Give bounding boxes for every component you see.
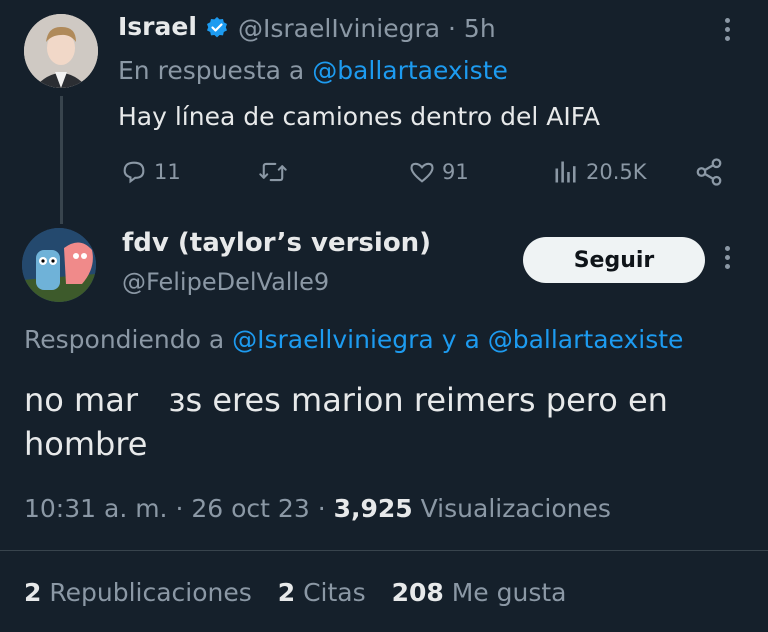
reply-conjunction: y a xyxy=(441,325,480,354)
views-count: 20.5K xyxy=(586,160,647,184)
more-icon[interactable] xyxy=(725,246,730,269)
reposts-label: Republicaciones xyxy=(49,578,252,607)
likes-count: 208 xyxy=(391,578,444,607)
quotes-link[interactable]: 2 Citas xyxy=(278,578,366,607)
thread-line xyxy=(60,96,63,224)
reposts-link[interactable]: 2 Republicaciones xyxy=(24,578,252,607)
likes-label: Me gusta xyxy=(451,578,567,607)
like-icon xyxy=(410,162,434,183)
tweet-date[interactable]: 26 oct 23 xyxy=(191,494,309,523)
author-name[interactable]: fdv (taylor’s version) xyxy=(122,228,431,258)
reply-to-link-2[interactable]: @ballartaexiste xyxy=(488,325,684,354)
tweet-time[interactable]: 10:31 a. m. xyxy=(24,494,168,523)
share-icon xyxy=(696,158,722,186)
like-button[interactable]: 91 xyxy=(408,155,469,189)
avatar-israel[interactable] xyxy=(24,14,98,88)
more-icon[interactable] xyxy=(725,18,730,41)
tweet-text: Hay línea de camiones dentro del AIFA xyxy=(118,102,600,131)
retweet-icon xyxy=(259,162,287,182)
retweet-button[interactable] xyxy=(258,155,288,189)
tweet-text: no mar ɜs eres marion reimers pero en ho… xyxy=(24,378,724,466)
tweet-text-line-1: no mar ɜs eres marion reimers pero en xyxy=(24,381,668,419)
quotes-count: 2 xyxy=(277,578,296,607)
divider xyxy=(0,550,768,551)
reply-context: Respondiendo a @Israellviniegra y a @bal… xyxy=(24,325,683,354)
reply-icon xyxy=(123,161,145,184)
views-icon xyxy=(555,161,576,183)
reply-prefix: En respuesta a xyxy=(118,56,305,85)
author-handle[interactable]: @IsraelIviniegra xyxy=(238,14,440,43)
follow-button[interactable]: Seguir xyxy=(523,237,705,283)
tweet-meta: 10:31 a. m. · 26 oct 23 · 3,925 Visualiz… xyxy=(24,494,611,523)
views-label: Visualizaciones xyxy=(420,494,611,523)
tweet-text-line-2: hombre xyxy=(24,425,148,463)
views-button[interactable]: 20.5K xyxy=(552,155,647,189)
quotes-label: Citas xyxy=(303,578,366,607)
reply-context: En respuesta a @ballartaexiste xyxy=(118,56,508,85)
tweet-time[interactable]: · 5h xyxy=(448,14,496,43)
reply-button[interactable]: 11 xyxy=(120,155,181,189)
author-name[interactable]: Israel xyxy=(118,12,197,41)
engagement-stats: 2 Republicaciones 2 Citas 208 Me gusta xyxy=(24,578,567,607)
author-handle[interactable]: @FelipeDelValle9 xyxy=(122,268,329,296)
reply-count: 11 xyxy=(154,160,181,184)
like-count: 91 xyxy=(442,160,469,184)
reply-to-link[interactable]: @ballartaexiste xyxy=(312,56,508,85)
author-handle-time[interactable]: @IsraelIviniegra · 5h xyxy=(238,14,496,43)
views-count: 3,925 xyxy=(333,494,413,523)
avatar-fdv[interactable] xyxy=(22,228,96,302)
reply-prefix: Respondiendo a xyxy=(24,325,225,354)
reposts-count: 2 xyxy=(24,578,42,607)
reply-to-link-1[interactable]: @Israellviniegra xyxy=(232,325,434,354)
share-button[interactable] xyxy=(694,155,724,189)
verified-icon xyxy=(205,16,229,40)
likes-link[interactable]: 208 Me gusta xyxy=(392,578,567,607)
